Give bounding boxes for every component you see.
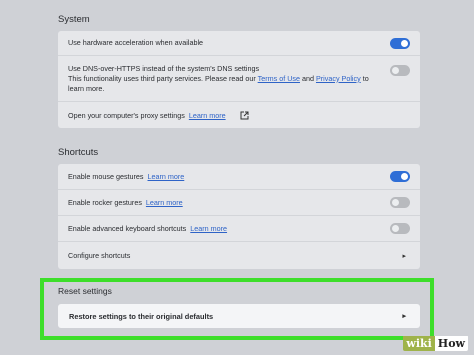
keyboard-shortcuts-toggle[interactable]	[390, 223, 410, 234]
hardware-acceleration-label: Use hardware acceleration when available	[68, 38, 204, 47]
dns-line2-suffix: to	[362, 73, 369, 83]
dns-line1: Use DNS-over-HTTPS instead of the system…	[68, 63, 260, 73]
mouse-gestures-learn-more-link[interactable]: Learn more	[148, 172, 185, 181]
keyboard-shortcuts-row: Enable advanced keyboard shortcuts Learn…	[58, 216, 420, 242]
rocker-gestures-label: Enable rocker gestures	[68, 198, 142, 207]
proxy-learn-more-link[interactable]: Learn more	[189, 111, 226, 120]
toggle-knob	[392, 67, 399, 74]
restore-defaults-button[interactable]: Restore settings to their original defau…	[58, 304, 420, 328]
configure-shortcuts-label: Configure shortcuts	[68, 251, 131, 260]
keyboard-shortcuts-learn-more-link[interactable]: Learn more	[190, 224, 227, 233]
external-link-icon-svg	[240, 111, 249, 119]
restore-defaults-label: Restore settings to their original defau…	[69, 311, 214, 321]
toggle-knob	[401, 39, 408, 47]
proxy-settings-label: Open your computer's proxy settings	[68, 110, 185, 120]
mouse-gestures-toggle[interactable]	[390, 171, 410, 182]
hardware-acceleration-row: Use hardware acceleration when available	[58, 31, 420, 56]
terms-of-use-link[interactable]: Terms of Use	[258, 74, 300, 83]
dns-line2-prefix: This functionality uses third party serv…	[68, 73, 256, 83]
mouse-gestures-row: Enable mouse gestures Learn more	[58, 164, 420, 190]
toggle-knob	[392, 225, 399, 232]
dns-over-https-toggle[interactable]	[390, 65, 410, 76]
privacy-policy-link[interactable]: Privacy Policy	[316, 74, 361, 83]
dns-and: and	[301, 73, 314, 83]
mouse-gestures-label: Enable mouse gestures	[68, 172, 144, 181]
external-link-icon[interactable]	[240, 111, 249, 120]
rocker-gestures-row: Enable rocker gestures Learn more	[58, 190, 420, 216]
chevron-right-icon: ▸	[402, 252, 406, 260]
rocker-gestures-toggle[interactable]	[390, 197, 410, 208]
system-card: Use hardware acceleration when available…	[58, 31, 420, 128]
keyboard-shortcuts-label: Enable advanced keyboard shortcuts	[68, 224, 187, 233]
dns-line3: learn more.	[68, 83, 105, 93]
system-section-title: System	[58, 14, 90, 25]
watermark-how: How	[434, 335, 468, 351]
shortcuts-section-title: Shortcuts	[58, 147, 99, 158]
dns-over-https-label: Use DNS-over-HTTPS instead of the system…	[68, 64, 410, 94]
reset-section-title: Reset settings	[58, 286, 112, 296]
watermark-wiki: wiki	[403, 335, 435, 351]
shortcuts-card: Enable mouse gestures Learn more Enable …	[58, 164, 420, 269]
toggle-knob	[392, 199, 399, 206]
proxy-settings-row[interactable]: Open your computer's proxy settings Lear…	[58, 102, 420, 128]
dns-over-https-row: Use DNS-over-HTTPS instead of the system…	[58, 56, 420, 102]
toggle-knob	[401, 173, 408, 180]
configure-shortcuts-row[interactable]: Configure shortcuts ▸	[58, 242, 420, 269]
wikihow-watermark: wiki How	[403, 335, 468, 351]
chevron-right-icon: ▸	[402, 313, 406, 320]
hardware-acceleration-toggle[interactable]	[390, 37, 410, 49]
rocker-gestures-learn-more-link[interactable]: Learn more	[146, 198, 183, 207]
